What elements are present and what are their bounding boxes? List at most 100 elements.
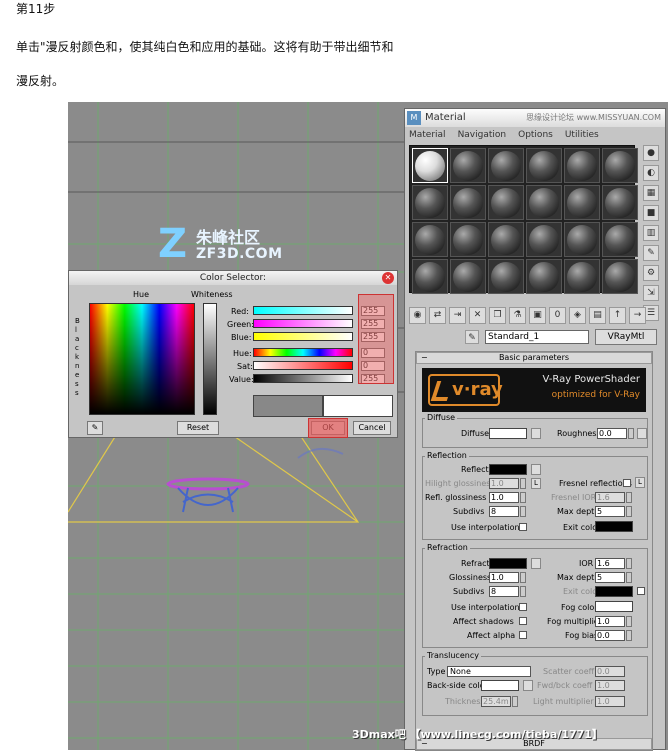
hilight-lock-button[interactable]: L [531, 478, 541, 489]
fog-bias-arrows[interactable] [626, 630, 632, 641]
fog-multiplier-spinner[interactable]: 1.0 [595, 616, 625, 627]
put-to-library-icon[interactable]: ▣ [529, 307, 546, 324]
material-slot[interactable] [564, 259, 600, 294]
options-icon[interactable]: ⚙ [643, 265, 659, 281]
ior-spinner[interactable]: 1.6 [595, 558, 625, 569]
material-slot[interactable] [412, 259, 448, 294]
backlight-icon[interactable]: ◐ [643, 165, 659, 181]
diffuse-color-swatch[interactable] [489, 428, 527, 439]
refr-max-depth-spinner[interactable]: 5 [595, 572, 625, 583]
material-name-field[interactable]: Standard_1 [485, 330, 589, 344]
reflect-color-swatch[interactable] [489, 464, 527, 475]
green-slider[interactable] [253, 319, 353, 328]
red-slider[interactable] [253, 306, 353, 315]
fresnel-ior-spinner[interactable]: 1.6 [595, 492, 625, 503]
fwd-bck-coeff-spinner[interactable]: 1.0 [595, 680, 625, 691]
fresnel-ior-arrows[interactable] [626, 492, 632, 503]
roughness-spinner[interactable]: 0.0 [597, 428, 627, 439]
background-icon[interactable]: ▦ [643, 185, 659, 201]
affect-shadows-checkbox[interactable] [519, 617, 527, 625]
material-slot[interactable] [564, 185, 600, 220]
material-slot[interactable] [412, 148, 448, 183]
thickness-spinner[interactable]: 25.4m [481, 696, 511, 707]
make-copy-icon[interactable]: ❐ [489, 307, 506, 324]
refr-subdivs-spinner[interactable]: 8 [489, 586, 519, 597]
refract-map-button[interactable] [531, 558, 541, 569]
color-selector-titlebar[interactable]: Color Selector: ✕ [69, 271, 397, 285]
refl-max-depth-arrows[interactable] [626, 506, 632, 517]
refr-max-depth-arrows[interactable] [626, 572, 632, 583]
refr-exit-color-checkbox[interactable] [637, 587, 645, 595]
refr-glossiness-arrows[interactable] [520, 572, 526, 583]
material-slot[interactable] [488, 185, 524, 220]
material-slot[interactable] [602, 222, 638, 257]
diffuse-map-button[interactable] [531, 428, 541, 439]
refract-color-swatch[interactable] [489, 558, 527, 569]
light-multiplier-spinner[interactable]: 1.0 [595, 696, 625, 707]
hilight-glossiness-arrows[interactable] [520, 478, 526, 489]
material-slot[interactable] [450, 222, 486, 257]
back-side-color-swatch[interactable] [481, 680, 519, 691]
menu-material[interactable]: Material [409, 127, 446, 143]
reset-button[interactable]: Reset [177, 421, 219, 435]
menu-options[interactable]: Options [518, 127, 553, 143]
material-slot[interactable] [602, 259, 638, 294]
thickness-arrows[interactable] [512, 696, 518, 707]
assign-to-selection-icon[interactable]: ⇥ [449, 307, 466, 324]
rollout-header[interactable]: − Basic parameters [416, 352, 652, 364]
get-material-icon[interactable]: ◉ [409, 307, 426, 324]
show-map-in-viewport-icon[interactable]: ◈ [569, 307, 586, 324]
go-forward-to-sibling-icon[interactable]: → [629, 307, 646, 324]
material-slot[interactable] [526, 185, 562, 220]
video-check-icon[interactable]: ▥ [643, 225, 659, 241]
ior-arrows[interactable] [626, 558, 632, 569]
make-unique-icon[interactable]: ⚗ [509, 307, 526, 324]
cancel-button[interactable]: Cancel [353, 421, 391, 435]
material-slot[interactable] [412, 185, 448, 220]
material-slot[interactable] [526, 259, 562, 294]
hue-blackness-picker[interactable] [89, 303, 195, 415]
scatter-coeff-spinner[interactable]: 0.0 [595, 666, 625, 677]
fresnel-lock-button[interactable]: L [635, 477, 645, 488]
translucency-type-dropdown[interactable]: None [447, 666, 531, 677]
refr-exit-color-swatch[interactable] [595, 586, 633, 597]
make-preview-icon[interactable]: ✎ [643, 245, 659, 261]
fresnel-reflections-checkbox[interactable] [623, 479, 631, 487]
eyedropper-button[interactable]: ✎ [87, 421, 103, 435]
menu-navigation[interactable]: Navigation [458, 127, 507, 143]
material-slot[interactable] [412, 222, 448, 257]
refr-glossiness-spinner[interactable]: 1.0 [489, 572, 519, 583]
pick-material-icon[interactable]: ✎ [465, 330, 479, 344]
fog-multiplier-arrows[interactable] [626, 616, 632, 627]
refl-exit-color-swatch[interactable] [595, 521, 633, 532]
material-slot[interactable] [488, 222, 524, 257]
material-slot[interactable] [526, 222, 562, 257]
material-slot[interactable] [450, 185, 486, 220]
material-slot[interactable] [450, 259, 486, 294]
select-by-material-icon[interactable]: ⇲ [643, 285, 659, 301]
material-slot[interactable] [488, 259, 524, 294]
hilight-glossiness-spinner[interactable]: 1.0 [489, 478, 519, 489]
refl-glossiness-spinner[interactable]: 1.0 [489, 492, 519, 503]
affect-alpha-checkbox[interactable] [519, 631, 527, 639]
refr-subdivs-arrows[interactable] [520, 586, 526, 597]
show-end-result-icon[interactable]: ▤ [589, 307, 606, 324]
refr-use-interpolation-checkbox[interactable] [519, 603, 527, 611]
reset-map-icon[interactable]: ✕ [469, 307, 486, 324]
close-icon[interactable]: ✕ [382, 272, 394, 284]
refl-subdivs-spinner[interactable]: 8 [489, 506, 519, 517]
material-slot[interactable] [450, 148, 486, 183]
whiteness-slider[interactable] [203, 303, 217, 415]
menu-utilities[interactable]: Utilities [565, 127, 599, 143]
material-editor-titlebar[interactable]: M Material 思缘设计论坛 www.MISSYUAN.COM [405, 109, 665, 127]
go-to-parent-icon[interactable]: ↑ [609, 307, 626, 324]
blue-slider[interactable] [253, 332, 353, 341]
material-slot[interactable] [602, 148, 638, 183]
value-slider[interactable] [253, 374, 353, 383]
material-type-button[interactable]: VRayMtl [595, 329, 657, 345]
fog-color-swatch[interactable] [595, 601, 633, 612]
refl-max-depth-spinner[interactable]: 5 [595, 506, 625, 517]
sat-slider[interactable] [253, 361, 353, 370]
roughness-map-button[interactable] [637, 428, 647, 439]
refl-use-interpolation-checkbox[interactable] [519, 523, 527, 531]
